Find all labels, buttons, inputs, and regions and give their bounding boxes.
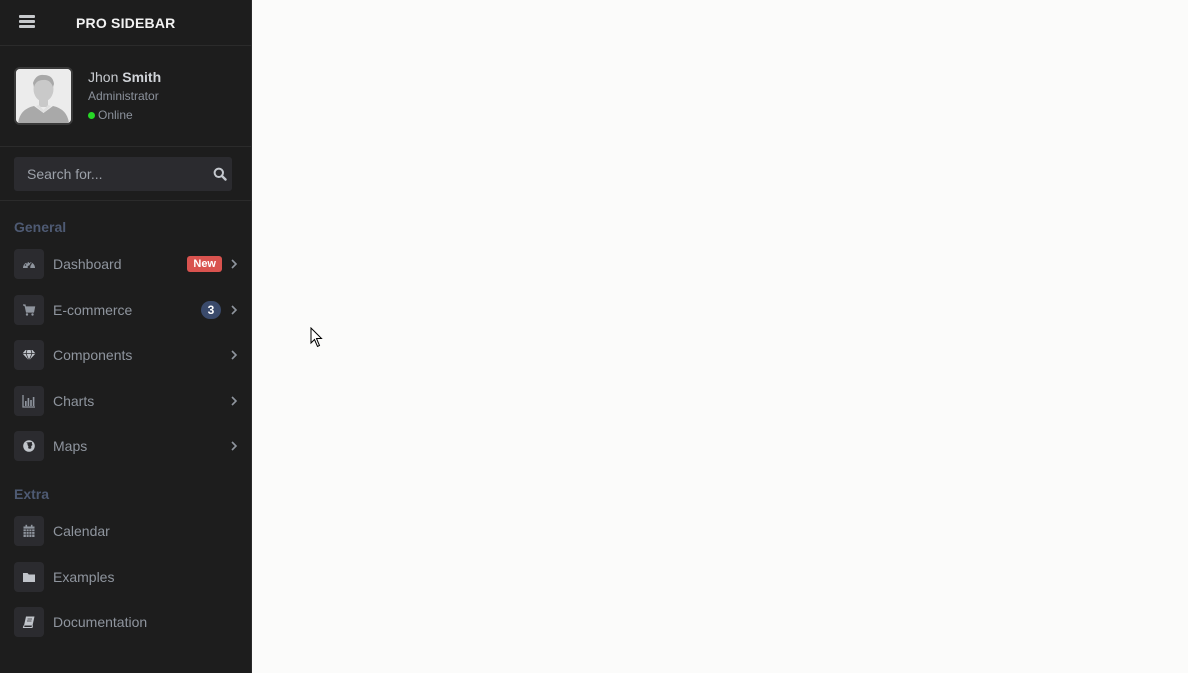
menu-label: Examples [53, 569, 115, 585]
search-box [14, 157, 232, 191]
user-status: Online [88, 106, 161, 124]
folder-icon [14, 562, 44, 592]
search-icon[interactable] [208, 157, 232, 191]
menu-label: Charts [53, 393, 95, 409]
chevron-right-icon [231, 259, 238, 269]
user-status-text: Online [98, 108, 133, 122]
sidebar: PRO SIDEBAR Jhon Smith Administrator Onl… [0, 0, 252, 673]
brand-title: PRO SIDEBAR [76, 15, 176, 31]
menu-label: Calendar [53, 523, 110, 539]
chevron-right-icon [231, 305, 238, 315]
tachometer-icon [14, 249, 44, 279]
menu-item-components[interactable]: Components [14, 340, 244, 370]
calendar-icon [14, 516, 44, 546]
user-profile: Jhon Smith Administrator Online [0, 46, 251, 147]
menu-item-calendar[interactable]: Calendar [14, 516, 244, 546]
chevron-right-icon [231, 441, 238, 451]
user-info: Jhon Smith Administrator Online [88, 68, 161, 124]
chevron-right-icon [231, 396, 238, 406]
globe-icon [14, 431, 44, 461]
menu-item-documentation[interactable]: Documentation [14, 607, 244, 637]
book-icon [14, 607, 44, 637]
avatar [14, 67, 73, 125]
menu-item-maps[interactable]: Maps [14, 431, 244, 461]
new-badge: New [187, 256, 222, 272]
hamburger-icon[interactable] [19, 15, 35, 28]
main-content [252, 0, 1188, 673]
menu-item-dashboard[interactable]: Dashboard New [14, 249, 244, 279]
shopping-cart-icon [14, 295, 44, 325]
user-first-name: Jhon [88, 69, 119, 85]
user-name: Jhon Smith [88, 68, 161, 86]
section-header-extra: Extra [14, 486, 50, 502]
menu-item-examples[interactable]: Examples [14, 562, 244, 592]
user-role: Administrator [88, 89, 159, 103]
search-section [0, 147, 251, 201]
sidebar-brand: PRO SIDEBAR [0, 0, 251, 46]
status-dot-icon [88, 111, 95, 119]
search-input[interactable] [14, 157, 208, 191]
mouse-cursor-icon [310, 327, 323, 348]
count-badge: 3 [201, 301, 221, 319]
bar-chart-icon [14, 386, 44, 416]
menu-label: E-commerce [53, 302, 133, 318]
menu-item-e-commerce[interactable]: E-commerce 3 [14, 295, 244, 325]
user-last-name: Smith [122, 69, 162, 85]
menu-label: Components [53, 347, 133, 363]
user-silhouette-icon [16, 69, 71, 123]
menu-item-charts[interactable]: Charts [14, 386, 244, 416]
menu-label: Documentation [53, 614, 148, 630]
diamond-icon [14, 340, 44, 370]
chevron-right-icon [231, 350, 238, 360]
section-header-general: General [14, 219, 67, 235]
menu-label: Dashboard [53, 256, 122, 272]
menu-label: Maps [53, 438, 88, 454]
